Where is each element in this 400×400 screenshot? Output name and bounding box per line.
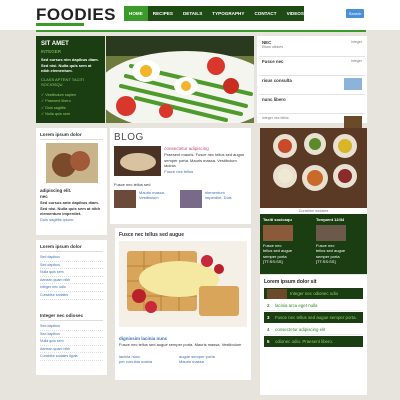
blog-post-more[interactable]: Fusce nec tellus <box>164 169 247 175</box>
logo-underline <box>36 23 84 26</box>
nav-typography[interactable]: TYPOGRAPHY <box>207 6 249 21</box>
news-item[interactable]: NEC Etiam ultrices Integer <box>259 38 365 57</box>
promo-cta[interactable]: CLASS APTENT TACITI SOCIOSQU <box>41 77 100 88</box>
lorem-card-more[interactable]: Duis sagittis ipsum. <box>40 217 103 223</box>
ranks-panel: Taciti sociosqu Fusce nec tellus sed aug… <box>260 214 367 274</box>
blog-thumb-caption[interactable]: elementum imperdiet. Duis <box>205 190 243 208</box>
hero-image <box>106 36 254 123</box>
gallery-panel <box>260 128 367 208</box>
news-item[interactable]: nunc libero <box>259 95 365 114</box>
link-row[interactable]: Aenean quam nibh <box>40 346 103 354</box>
ranks-left-title: Taciti sociosqu <box>263 217 292 222</box>
side-news-panel: NEC Etiam ultrices Integer Fusce nec Inte… <box>257 36 367 128</box>
links-panel-2: Integer nec odiosec Sed dapibus Sed dapi… <box>36 309 107 375</box>
header-divider <box>36 30 366 32</box>
link-row[interactable]: Curabitur sodales ligula <box>40 353 103 361</box>
list-item[interactable]: 4 consectetur adipiscing elit <box>264 324 363 335</box>
site-header: FOODIES HOME RECIPES DETAILS TYPOGRAPHY … <box>0 0 400 30</box>
link-row[interactable]: Integer nec odio <box>40 284 103 292</box>
hero-food-photo <box>106 36 254 123</box>
blog-heading: BLOG <box>114 132 144 143</box>
news-item[interactable]: Fusce nec Integer <box>259 57 365 76</box>
list-item[interactable]: 2 lacinia arcu eget nulla <box>264 300 363 311</box>
lorem-card-text3: Sed cursus ante dapibus diam. Sed nisi. … <box>40 200 101 216</box>
link-row[interactable]: Sed dapibus <box>40 262 103 270</box>
blog-thumb[interactable] <box>180 189 202 208</box>
link-row[interactable]: Curabitur sodales <box>40 292 103 300</box>
promo-subtitle: INTEGER <box>41 49 62 54</box>
news-item[interactable]: risus consulta <box>259 76 365 95</box>
list-panel-3: Lorem ipsum dolor sit Integer nec odione… <box>260 275 367 395</box>
gallery-photo[interactable] <box>260 128 367 208</box>
recipe-panel: Fusce nec tellus sed augue dignissim lac… <box>115 228 251 380</box>
ranks-right-image[interactable] <box>316 224 346 241</box>
ranks-right-title: Torquent 12/34 <box>316 217 345 222</box>
recipe-title: Fusce nec tellus sed augue <box>119 232 185 238</box>
promo-list: Vestibulum sapien Praesent libero Duis s… <box>41 92 100 118</box>
links-panel-1: Lorem ipsum dolor Sed dapibus Sed dapibu… <box>36 240 107 310</box>
promo-body: Sed cursus nim dapibus diam. Sed nisi. N… <box>41 57 99 73</box>
list-item[interactable]: 3 Fusce nec tellus sed augue semper porta… <box>264 312 363 323</box>
nav-recipes[interactable]: RECIPES <box>148 6 178 21</box>
site-logo[interactable]: FOODIES <box>36 5 116 25</box>
lorem-card: Lorem ipsum dolor adipiscing elit. nec S… <box>36 128 107 235</box>
links2-title: Integer nec odiosec <box>40 313 103 321</box>
promo-item[interactable]: Nulla quis sem <box>41 111 100 118</box>
promo-panel: SIT AMET INTEGER Sed cursus nim dapibus … <box>36 36 105 123</box>
link-row[interactable]: Aenean quam nibh <box>40 277 103 285</box>
blog-thumb-caption[interactable]: Mauris massa. Vestibulum <box>139 190 177 208</box>
promo-title: SIT AMET <box>41 41 69 47</box>
link-row[interactable]: Sed dapibus <box>40 323 103 331</box>
recipe-waffle-image[interactable] <box>119 241 247 327</box>
blog-thumb[interactable] <box>114 189 136 208</box>
nav-videos[interactable]: VIDEOS ▾ <box>282 6 313 21</box>
blog-post2-label: Fusce nec tellus sed <box>114 182 151 187</box>
link-row[interactable]: Sed dapibus <box>40 331 103 339</box>
link-row[interactable]: Nulla quis sem <box>40 269 103 277</box>
nav-details[interactable]: DETAILS <box>178 6 207 21</box>
main-nav: HOME RECIPES DETAILS TYPOGRAPHY CONTACT … <box>124 6 308 21</box>
blog-post-image[interactable] <box>114 146 162 176</box>
ranks-left-image[interactable] <box>263 224 293 241</box>
news-thumbnail[interactable] <box>344 78 362 90</box>
lorem-card-title: Lorem ipsum dolor <box>40 132 103 140</box>
list-item-thumb <box>267 288 287 299</box>
nav-contact[interactable]: CONTACT <box>249 6 281 21</box>
link-row[interactable]: Sed dapibus <box>40 254 103 262</box>
list3-title: Lorem ipsum dolor sit <box>264 279 317 285</box>
news-thumbnail[interactable] <box>344 116 362 128</box>
links1-title: Lorem ipsum dolor <box>40 244 103 252</box>
blog-panel: BLOG consectetur adipiscing Praesent mau… <box>110 128 251 224</box>
search-button[interactable]: Search <box>346 9 364 18</box>
blog-post-text: Praesent mauris. Fusce nec tellus sed au… <box>164 152 245 168</box>
nav-home[interactable]: HOME <box>124 6 148 21</box>
list-item[interactable]: 5 odionec odio. Praesent libero. <box>264 336 363 347</box>
recipe-text: Fusce nec tellus sed augue semper porta.… <box>119 342 242 347</box>
lorem-card-image[interactable] <box>46 143 98 183</box>
link-row[interactable]: Nulla quis sem <box>40 338 103 346</box>
list-item[interactable]: Integer nec odionec odio <box>264 288 363 299</box>
